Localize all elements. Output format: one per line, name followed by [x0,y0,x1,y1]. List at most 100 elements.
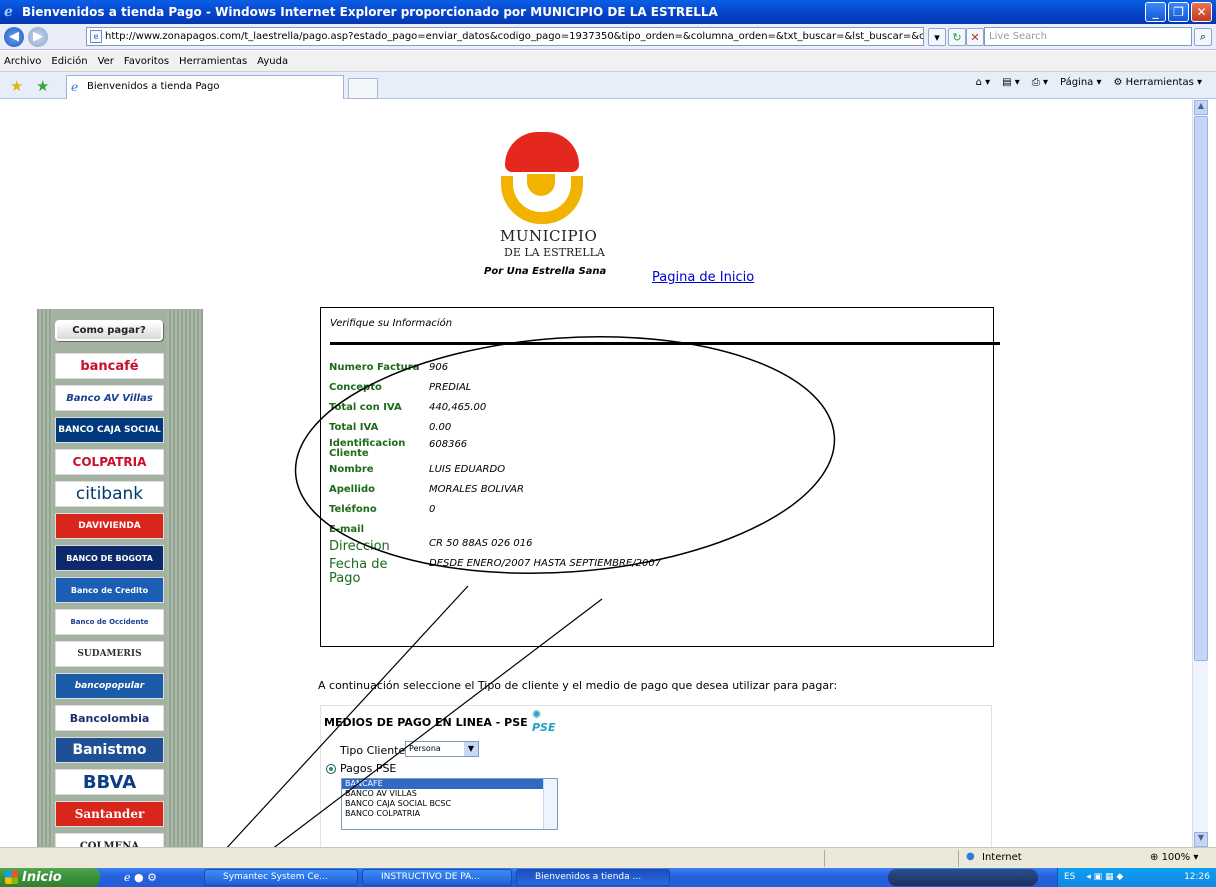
label-total-con-iva: Total con IVA [329,402,402,413]
window-title: Bienvenidos a tienda Pago - Windows Inte… [22,5,718,19]
menu-favoritos[interactable]: Favoritos [124,56,169,67]
bank-davivienda[interactable]: DAVIVIENDA [55,513,164,539]
quicklaunch-icons[interactable]: ℯ ● ⚙ [124,871,157,884]
zoom-value: 100% [1161,852,1191,863]
page-icon: e [90,30,102,43]
bank-bancolombia[interactable]: Bancolombia [55,705,164,731]
pse-title: MEDIOS DE PAGO EN LINEA - PSE [324,716,528,729]
bank-colmena[interactable]: COLMENA [55,833,164,847]
print-icon[interactable]: ⎙ ▾ [1032,77,1048,88]
brand-line1: MUNICIPIO [500,227,598,245]
page-content: MUNICIPIO DE LA ESTRELLA Por Una Estrell… [8,100,1192,847]
list-item[interactable]: BANCO AV VILLAS [342,789,557,799]
menu-bar: Archivo Edición Ver Favoritos Herramient… [0,51,1216,72]
home-icon[interactable]: ⌂ ▾ [976,77,991,88]
minimize-button[interactable]: _ [1145,2,1166,22]
chevron-down-icon: ▼ [464,742,478,756]
tools-menu-label: Herramientas [1125,77,1194,88]
bank-listbox[interactable]: BANCAFE BANCO AV VILLAS BANCO CAJA SOCIA… [341,778,558,830]
taskbar-item-bienvenidos[interactable]: Bienvenidos a tienda ... [516,869,670,886]
forward-button[interactable]: ▶ [28,26,48,47]
value-identificacion: 608366 [429,439,468,450]
back-button[interactable]: ◀ [4,26,24,47]
divider [330,342,1000,345]
vertical-scrollbar[interactable]: ▲ ▼ [1192,100,1208,847]
bank-citibank[interactable]: citibank [55,481,164,507]
status-bar: ● Internet ⊕ 100% ▾ [0,847,1216,868]
slogan: Por Una Estrella Sana [484,266,607,277]
value-fecha-de-pago: DESDE ENERO/2007 HASTA SEPTIEMBRE/2007 [429,558,662,569]
value-total-iva: 0.00 [429,422,452,433]
bank-av-villas[interactable]: Banco AV Villas [55,385,164,411]
home-link[interactable]: Pagina de Inicio [652,270,754,285]
bank-santander[interactable]: Santander [55,801,164,827]
pse-radio-label: Pagos PSE [340,762,397,775]
dropdown-arrow-icon[interactable]: ▾ [928,28,946,46]
value-nombre: LUIS EDUARDO [429,464,506,475]
tab-row: ★ ★ ℯ Bienvenidos a tienda Pago ⌂ ▾ ▤ ▾ … [0,72,1216,99]
bank-sudameris[interactable]: SUDAMERIS [55,641,164,667]
value-concepto: PREDIAL [429,382,472,393]
brand-line2: DE LA ESTRELLA [504,246,605,259]
close-button[interactable]: ✕ [1191,2,1212,22]
media-player-controls[interactable] [888,869,1038,886]
tools-menu[interactable]: ⚙ Herramientas ▾ [1114,77,1202,88]
list-item[interactable]: BANCAFE [342,779,557,789]
taskbar-item-symantec[interactable]: Symantec System Ce... [204,869,358,886]
list-item[interactable]: BANCO CAJA SOCIAL BCSC [342,799,557,809]
scroll-down-icon[interactable]: ▼ [1194,832,1208,847]
bank-bogota[interactable]: BANCO DE BOGOTA [55,545,164,571]
municipio-logo [497,130,587,230]
bank-bbva[interactable]: BBVA [55,769,164,795]
pse-radio[interactable]: Pagos PSE [326,762,396,775]
window-controls: _ ❐ ✕ [1145,2,1212,22]
listbox-scrollbar[interactable] [543,779,557,829]
label-apellido: Apellido [329,484,375,495]
label-numero-factura: Numero Factura [329,362,420,373]
stop-icon[interactable]: ✕ [966,28,984,46]
scroll-up-icon[interactable]: ▲ [1194,100,1208,115]
label-email: E-mail [329,524,365,535]
taskbar-item-instructivo[interactable]: INSTRUCTIVO DE PA... [362,869,512,886]
list-item[interactable]: BANCO COLPATRIA [342,809,557,819]
scroll-thumb[interactable] [1194,116,1208,661]
ie-icon: ℯ [71,80,79,94]
bank-bancafe[interactable]: bancafé [55,353,164,379]
feeds-icon[interactable]: ▤ ▾ [1002,77,1020,88]
menu-herramientas[interactable]: Herramientas [179,56,247,67]
bank-caja-social[interactable]: BANCO CAJA SOCIAL [55,417,164,443]
pse-section: MEDIOS DE PAGO EN LINEA - PSE ✺ PSE Tipo … [320,705,992,847]
favorites-star-icon[interactable]: ★ [10,77,23,95]
address-bar[interactable]: e http://www.zonapagos.com/t_laestrella/… [86,27,924,46]
menu-archivo[interactable]: Archivo [4,56,41,67]
add-favorites-icon[interactable]: ★ [36,77,49,95]
verify-title: Verifique su Información [330,318,453,329]
pse-logo-text: PSE [532,721,556,734]
tray-icons[interactable]: ◂ ▣ ▦ ◆ [1086,872,1123,882]
menu-ayuda[interactable]: Ayuda [257,56,288,67]
label-total-iva: Total IVA [329,422,379,433]
page-menu-label: Página [1060,77,1094,88]
maximize-button[interactable]: ❐ [1168,2,1189,22]
taskbar: Inicio ℯ ● ⚙ Symantec System Ce... INSTR… [0,868,1216,887]
bank-popular[interactable]: bancopopular [55,673,164,699]
menu-edicion[interactable]: Edición [51,56,87,67]
bank-occidente[interactable]: Banco de Occidente [55,609,164,635]
bank-credito[interactable]: Banco de Credito [55,577,164,603]
client-type-value: Persona [409,744,441,753]
new-tab-button[interactable] [348,78,378,99]
how-to-pay-button[interactable]: Como pagar? [55,320,163,341]
refresh-icon[interactable]: ↻ [948,28,966,46]
search-icon[interactable]: ⌕ [1194,28,1212,46]
zone-text: Internet [982,852,1022,863]
client-type-select[interactable]: Persona ▼ [405,741,479,757]
tab-bienvenidos[interactable]: ℯ Bienvenidos a tienda Pago [66,75,344,99]
bank-colpatria[interactable]: COLPATRIA [55,449,164,475]
search-input[interactable]: Live Search [984,27,1192,46]
bank-banistmo[interactable]: Banistmo [55,737,164,763]
language-indicator[interactable]: ES [1064,872,1075,882]
start-button[interactable]: Inicio [0,868,100,887]
page-menu[interactable]: Página ▾ [1060,77,1102,88]
zoom-level[interactable]: ⊕ 100% ▾ [1150,852,1198,863]
menu-ver[interactable]: Ver [98,56,114,67]
